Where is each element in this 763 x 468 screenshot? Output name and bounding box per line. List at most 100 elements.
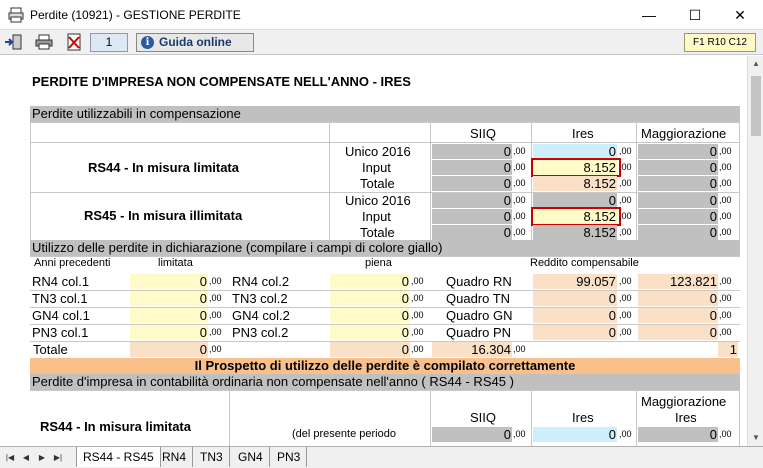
scroll-up-icon[interactable]: ▲ <box>748 56 763 72</box>
head-anni-precedenti: Anni precedenti <box>34 257 111 269</box>
tab-rn4[interactable]: RN4 <box>156 447 194 467</box>
section3-rs44-label: RS44 - In misura limitata <box>40 419 191 434</box>
close-button[interactable]: ✕ <box>717 0 763 30</box>
quadro-label: Quadro TN <box>446 291 511 306</box>
rs45-unico-ires: 0 <box>533 193 617 208</box>
rs45-totale-siiq: 0 <box>432 225 512 240</box>
decimal-suffix: ,00 <box>619 310 632 320</box>
row-label-b: TN3 col.2 <box>232 291 288 306</box>
piena-input[interactable]: 0 <box>330 325 410 340</box>
piena-input[interactable]: 0 <box>330 274 410 289</box>
decimal-suffix: ,00 <box>513 227 526 237</box>
quadro-label: Quadro RN <box>446 274 512 289</box>
print-icon[interactable] <box>34 33 54 51</box>
reddito-value-2: 0 <box>638 325 718 340</box>
rs44-totale-siiq: 0 <box>432 176 512 191</box>
section3-col-maggiorazione: Maggiorazione <box>641 394 727 409</box>
rs44-row-unico-label: Unico 2016 <box>345 144 411 159</box>
rs44-input-siiq: 0 <box>432 160 512 175</box>
row-label-a: GN4 col.1 <box>32 308 90 323</box>
piena-input[interactable]: 0 <box>330 308 410 323</box>
decimal-suffix: ,00 <box>719 327 732 337</box>
section3-col-maggiorazione-ires: Ires <box>675 410 697 425</box>
row-label-b: PN3 col.2 <box>232 325 289 340</box>
exit-door-icon[interactable] <box>4 33 24 51</box>
row-label-b: GN4 col.2 <box>232 308 290 323</box>
info-icon: i <box>141 36 154 49</box>
quadro-label: Quadro GN <box>446 308 513 323</box>
tab-first-icon[interactable]: |◀ <box>4 451 16 465</box>
limitata-input[interactable]: 0 <box>130 308 208 323</box>
rs45-row-totale-label: Totale <box>360 225 395 240</box>
decimal-suffix: ,00 <box>411 293 424 303</box>
decimal-suffix: ,00 <box>209 310 222 320</box>
delete-document-icon[interactable] <box>64 33 84 51</box>
decimal-suffix: ,00 <box>619 178 632 188</box>
guida-online-button[interactable]: i Guida online <box>136 33 254 52</box>
piena-input[interactable]: 0 <box>330 291 410 306</box>
section-utilizzo-perdite: Utilizzo delle perdite in dichiarazione … <box>30 240 740 256</box>
tab-rs44-rs45[interactable]: RS44 - RS45 <box>76 447 161 467</box>
decimal-suffix: ,00 <box>719 276 732 286</box>
reddito-value-2: 0 <box>638 308 718 323</box>
minimize-button[interactable]: — <box>626 0 672 30</box>
decimal-suffix: ,00 <box>719 162 732 172</box>
rs45-totale-ires: 8.152 <box>533 225 617 240</box>
rs44-input-magg: 0 <box>638 160 718 175</box>
section3-row-label: (del presente periodo <box>292 428 396 440</box>
printer-app-icon <box>8 7 24 23</box>
tab-next-icon[interactable]: ▶ <box>36 451 48 465</box>
highlight-box <box>531 207 621 226</box>
row-label-a: TN3 col.1 <box>32 291 88 306</box>
decimal-suffix: ,00 <box>719 227 732 237</box>
decimal-suffix: ,00 <box>719 178 732 188</box>
totale-totale: 16.304 <box>432 342 512 357</box>
rs44-row-totale-label: Totale <box>360 176 395 191</box>
tab-prev-icon[interactable]: ◀ <box>20 451 32 465</box>
decimal-suffix: ,00 <box>513 162 526 172</box>
section3-siiq: 0 <box>432 427 512 442</box>
tab-last-icon[interactable]: ▶| <box>52 451 64 465</box>
reddito-value-2: 0 <box>638 291 718 306</box>
maximize-button[interactable]: ☐ <box>672 0 718 30</box>
decimal-suffix: ,00 <box>411 276 424 286</box>
decimal-suffix: ,00 <box>209 293 222 303</box>
scroll-down-icon[interactable]: ▼ <box>748 430 763 446</box>
rs44-totale-ires: 8.152 <box>533 176 617 191</box>
rs45-label: RS45 - In misura illimitata <box>84 208 243 223</box>
decimal-suffix: ,00 <box>209 327 222 337</box>
decimal-suffix: ,00 <box>513 195 526 205</box>
window-title: Perdite (10921) - GESTIONE PERDITE <box>30 8 241 22</box>
decimal-suffix: ,00 <box>513 178 526 188</box>
head-piena: piena <box>365 257 392 269</box>
page-number-field[interactable]: 1 <box>90 33 128 52</box>
col-header-ires: Ires <box>572 126 594 141</box>
vertical-scrollbar[interactable]: ▲ ▼ <box>747 56 763 446</box>
tab-gn4[interactable]: GN4 <box>232 447 270 467</box>
title-bar: Perdite (10921) - GESTIONE PERDITE — ☐ ✕ <box>0 0 763 30</box>
limitata-input[interactable]: 0 <box>130 325 208 340</box>
scroll-thumb[interactable] <box>751 76 761 136</box>
decimal-suffix: ,00 <box>619 146 632 156</box>
decimal-suffix: ,00 <box>719 211 732 221</box>
section3-col-siiq: SIIQ <box>470 410 497 425</box>
col-header-siiq: SIIQ <box>470 126 497 141</box>
tab-tn3[interactable]: TN3 <box>194 447 230 467</box>
section-perdite-utilizzabili: Perdite utilizzabili in compensazione <box>30 106 740 122</box>
decimal-suffix: ,00 <box>619 327 632 337</box>
quadro-label: Quadro PN <box>446 325 512 340</box>
rs44-totale-magg: 0 <box>638 176 718 191</box>
head-reddito-compensabile: Reddito compensabile <box>530 257 639 269</box>
decimal-suffix: ,00 <box>619 293 632 303</box>
tab-pn3[interactable]: PN3 <box>271 447 308 467</box>
section3-ires: 0 <box>533 427 617 442</box>
row-label-a: RN4 col.1 <box>32 274 90 289</box>
limitata-input[interactable]: 0 <box>130 274 208 289</box>
rs45-input-siiq: 0 <box>432 209 512 224</box>
limitata-input[interactable]: 0 <box>130 291 208 306</box>
decimal-suffix: ,00 <box>719 293 732 303</box>
rs45-unico-siiq: 0 <box>432 193 512 208</box>
section-perdite-ordinaria: Perdite d'impresa in contabilità ordinar… <box>30 374 740 390</box>
decimal-suffix: ,00 <box>619 162 632 172</box>
decimal-suffix: ,00 <box>513 146 526 156</box>
